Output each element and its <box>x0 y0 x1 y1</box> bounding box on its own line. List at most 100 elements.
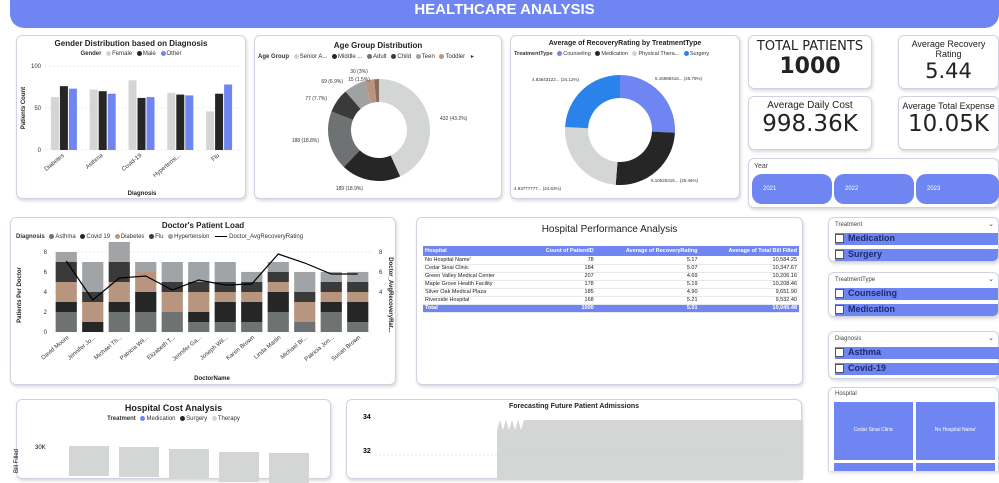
checkbox[interactable] <box>835 305 844 315</box>
y2-axis-label: Doctor_AvgRecoveryRat... <box>387 257 393 333</box>
forecast-area <box>497 420 803 480</box>
year-option-2021[interactable]: 2021 <box>752 174 832 204</box>
treatment-type-option-medication[interactable]: Medication <box>835 304 998 316</box>
table-row[interactable]: Riverside Hospital 168 5.21 9,532.40 <box>423 296 799 305</box>
checkbox[interactable] <box>835 348 844 358</box>
page-title: HEALTHCARE ANALYSIS <box>414 1 595 18</box>
donut-slice <box>565 75 620 129</box>
recovery-chart-card[interactable]: Average of RecoveryRating by TreatmentTy… <box>510 35 740 199</box>
bar-segment <box>214 322 236 332</box>
doctor-combo-chart: 0 2 4 6 8 4 6 8 Patients Per Doctor Doctor_AvgRec… <box>17 242 393 382</box>
tile-label: Cedar Sinai Clinic <box>853 427 894 433</box>
cost-chart-card[interactable]: Hospital Cost Analysis Treatment Medicat… <box>14 399 331 483</box>
year-option-label: 2023 <box>927 186 941 192</box>
y-tick: 8 <box>44 250 48 256</box>
hospital-tile[interactable] <box>916 463 995 471</box>
x-axis-label: Diagnosis <box>128 191 157 197</box>
data-label: 5.10526315... (25.46%) <box>651 178 699 183</box>
bar-segment <box>108 302 130 312</box>
checkbox[interactable] <box>835 234 844 244</box>
checkbox[interactable] <box>835 289 844 299</box>
age-chart-card[interactable]: Age Group Distribution Age Group Senior … <box>254 35 502 199</box>
year-option-2023[interactable]: 2023 <box>916 174 999 204</box>
y-tick: 100 <box>31 64 42 70</box>
gender-chart-title: Gender Distribution based on Diagnosis <box>54 39 208 48</box>
diagnosis-slicer-label: Diagnosis <box>835 336 862 342</box>
doctor-chart-card[interactable]: Doctor's Patient Load Diagnosis Asthma C… <box>10 217 396 385</box>
data-label: 77 (7.7%) <box>305 96 327 102</box>
cell: 5.17 <box>595 256 700 265</box>
hospital-tile[interactable]: No Hospital Name' <box>916 402 995 460</box>
bar-segment <box>241 292 263 302</box>
checkbox[interactable] <box>835 250 844 260</box>
bar-segment <box>347 302 369 322</box>
y-tick: 30K <box>35 445 46 451</box>
data-label: 4.83643122... (24.12%) <box>532 77 580 82</box>
table-row[interactable]: Maple Grove Health Facility 178 5.19 10,208… <box>423 280 799 289</box>
recovery-chart-legend: TreatmentType Counseling Medication Phys… <box>514 51 739 57</box>
legend-item: Surgery <box>186 416 208 423</box>
bar-segment <box>347 282 369 292</box>
table-row[interactable]: Cedar Sinai Clinic 184 5.07 10,347.67 <box>423 264 799 273</box>
checkbox[interactable] <box>835 364 844 374</box>
treatment-type-slicer: TreatmentType ⌄ Counseling Medication <box>828 272 999 317</box>
bar-male <box>176 94 185 150</box>
bar-male <box>98 91 107 150</box>
hospital-tile[interactable] <box>834 463 913 471</box>
treatment-slicer: Treatment ⌄ Medication Surgery <box>828 217 999 262</box>
col-count[interactable]: Count of PatientID <box>524 246 596 256</box>
treatment-type-option-counseling[interactable]: Counseling <box>835 288 998 300</box>
treatment-option-medication[interactable]: Medication <box>835 233 998 245</box>
y-tick: 0 <box>44 330 48 336</box>
option-label: Medication <box>848 233 896 243</box>
y-tick: 0 <box>38 148 42 154</box>
cost-bar <box>119 447 159 477</box>
chevron-down-icon[interactable]: ⌄ <box>988 275 994 283</box>
bar-segment <box>320 312 342 332</box>
x-tick: Karen Brown <box>226 335 256 362</box>
x-tick: Patricia Wil... <box>119 335 150 362</box>
bar-segment <box>135 272 157 292</box>
bar-segment <box>55 252 77 262</box>
x-tick: Susan Brown <box>331 335 362 363</box>
donut-slice <box>565 126 618 185</box>
x-tick: Hypertensi... <box>152 153 182 179</box>
table-row[interactable]: Green Valley Medical Center 207 4.69 10,206… <box>423 272 799 281</box>
chevron-down-icon[interactable]: ⌄ <box>988 220 994 228</box>
bar-female <box>50 97 59 150</box>
bar-segment <box>55 302 77 312</box>
total-patients-value: 1000 <box>779 54 841 79</box>
y2-tick: 8 <box>379 250 383 256</box>
cell: 10,045.48 <box>699 304 799 313</box>
hospital-tile[interactable]: Cedar Sinai Clinic <box>834 402 913 460</box>
bar-segment <box>161 262 183 282</box>
bar-segment <box>55 312 77 332</box>
forecast-chart-card[interactable]: Forecasting Future Patient Admissions 34… <box>346 399 803 480</box>
diagnosis-option-covid[interactable]: Covid-19 <box>835 363 999 375</box>
cost-bar <box>269 453 309 483</box>
gender-chart-card[interactable]: Gender Distribution based on Diagnosis G… <box>16 35 246 199</box>
recovery-chart-title: Average of RecoveryRating by TreatmentTy… <box>548 40 702 47</box>
cell: 5.21 <box>595 296 700 305</box>
year-option-2022[interactable]: 2022 <box>834 174 914 204</box>
y2-tick: 4 <box>379 290 383 296</box>
cell: 5.19 <box>595 280 700 289</box>
y-axis-label: Patients Count <box>21 87 27 129</box>
data-label: 69 (6.9%) <box>321 79 343 85</box>
chevron-down-icon[interactable]: ⌄ <box>988 334 994 342</box>
col-hospital[interactable]: Hospital <box>423 246 525 256</box>
table-row[interactable]: No Hospital Name' 78 5.17 10,584.25 <box>423 256 799 265</box>
table-row[interactable]: Silver Oak Medical Plaza 185 4.90 9,651.90 <box>423 288 799 297</box>
cell: Riverside Hospital <box>423 296 525 305</box>
bar-segment <box>294 272 316 292</box>
treatment-option-surgery[interactable]: Surgery <box>835 249 998 261</box>
bar-segment <box>108 242 130 262</box>
diagnosis-option-asthma[interactable]: Asthma <box>835 347 999 359</box>
bar-segment <box>135 312 157 332</box>
performance-table-card[interactable]: Hospital Performance Analysis Hospital C… <box>416 217 803 385</box>
bar-segment <box>161 312 183 332</box>
bar-segment <box>320 282 342 292</box>
col-recovery[interactable]: Average of RecoveryRating <box>595 246 700 256</box>
col-bill[interactable]: Average of Total Bill Filled <box>699 246 799 256</box>
treatment-type-slicer-label: TreatmentType <box>835 277 876 283</box>
